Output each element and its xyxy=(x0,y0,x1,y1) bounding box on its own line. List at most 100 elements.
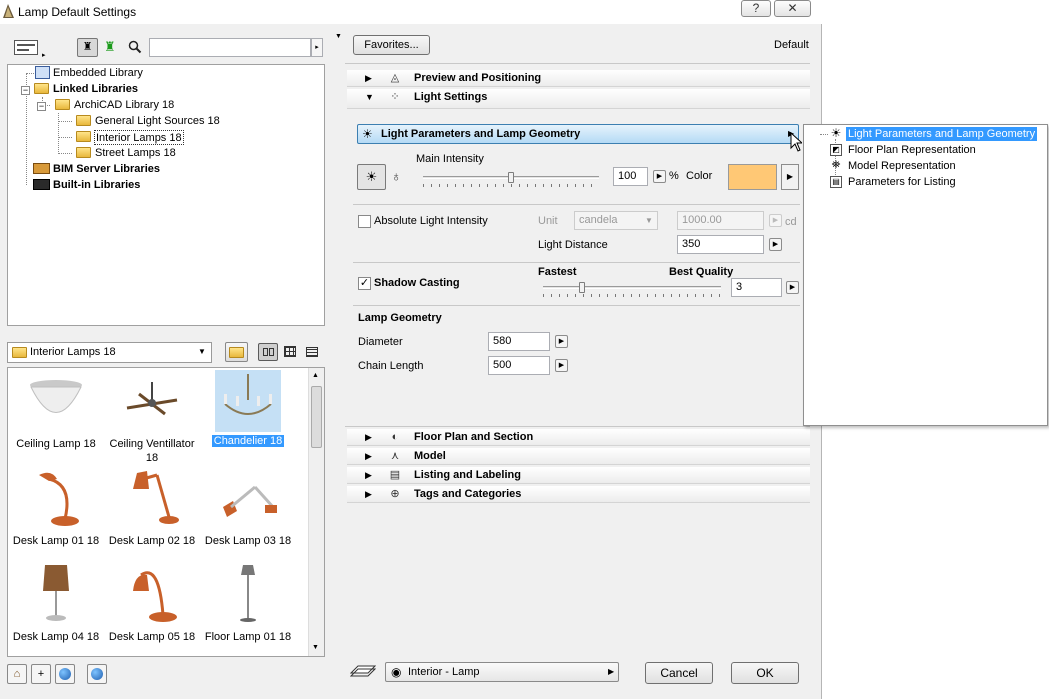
scrollbar-thumb[interactable] xyxy=(311,386,322,448)
section-listing-and-labeling[interactable]: ▶ ▤ Listing and Labeling xyxy=(347,467,810,484)
expand-triangle-icon[interactable]: ▶ xyxy=(365,432,372,443)
expand-triangle-icon[interactable]: ▶ xyxy=(365,470,372,481)
cancel-button[interactable]: Cancel xyxy=(645,662,713,684)
library-manager-icon[interactable]: ⌂ xyxy=(7,664,27,684)
title-bar: Lamp Default Settings ? ✕ xyxy=(0,0,822,24)
color-arrow-icon[interactable]: ▶ xyxy=(781,164,799,190)
bim-server-icon xyxy=(33,163,50,174)
view-mode-arrow-icon[interactable]: ▸ xyxy=(42,51,46,59)
section-floor-plan-and-section[interactable]: ▶ ◐ Floor Plan and Section xyxy=(347,429,810,446)
tree-item-archicad-library[interactable]: ArchiCAD Library 18 xyxy=(74,98,174,113)
help-button[interactable]: ? xyxy=(741,0,771,17)
section-tags-and-categories[interactable]: ▶ ⊕ Tags and Categories xyxy=(347,486,810,503)
scroll-down-icon[interactable]: ▼ xyxy=(312,644,319,651)
view-mode-icon[interactable] xyxy=(14,40,38,55)
folder-select[interactable]: Interior Lamps 18 ▼ xyxy=(7,342,212,363)
web-objects-icon[interactable] xyxy=(87,664,107,684)
collapse-toggle-icon[interactable]: − xyxy=(37,102,46,111)
shadow-casting-checkbox[interactable]: ✓ xyxy=(358,277,371,290)
desk-lamp-image xyxy=(133,471,179,524)
thumbnail-desk-lamp-01[interactable]: Desk Lamp 01 18 xyxy=(8,467,104,548)
page-select-dropdown[interactable]: ☀ Light Parameters and Lamp Geometry ▶ xyxy=(357,124,799,144)
diameter-field[interactable]: 580 xyxy=(488,332,550,351)
light-bulb-icon: ☀ xyxy=(830,126,842,140)
default-label: Default xyxy=(774,39,809,51)
tree-item-street-lamps[interactable]: Street Lamps 18 xyxy=(95,146,176,161)
light-bulb-icon: ☀ xyxy=(362,127,373,141)
panel-splitter-arrow[interactable]: ▼ xyxy=(335,33,342,40)
absolute-light-checkbox[interactable] xyxy=(358,215,371,228)
folder-icon xyxy=(34,83,49,94)
thumbnail-ceiling-ventillator[interactable]: Ceiling Ventillator 18 xyxy=(104,370,200,465)
menu-item-floor-plan-representation[interactable]: Floor Plan Representation xyxy=(846,143,978,157)
app-icon xyxy=(3,4,14,18)
section-label: Tags and Categories xyxy=(414,488,522,500)
thumbnail-ceiling-lamp[interactable]: Ceiling Lamp 18 xyxy=(8,370,104,451)
intensity-field[interactable]: 100 xyxy=(613,167,648,186)
large-icons-view-button[interactable] xyxy=(258,343,278,361)
desk-lamp-image xyxy=(133,571,177,622)
section-model[interactable]: ▶ ⋏ Model xyxy=(347,448,810,465)
tree-item-interior-lamps[interactable]: Interior Lamps 18 xyxy=(94,130,184,145)
shadow-quality-slider[interactable] xyxy=(543,286,721,289)
light-on-toggle-icon[interactable]: ☀ xyxy=(357,164,386,190)
search-input[interactable] xyxy=(149,38,311,57)
section-light-settings[interactable]: ▼ ⁘ Light Settings xyxy=(347,89,810,109)
folder-icon xyxy=(76,131,91,142)
add-object-icon[interactable]: + xyxy=(31,664,51,684)
thumbnail-desk-lamp-04[interactable]: Desk Lamp 04 18 xyxy=(8,563,104,644)
shadow-quality-slider-thumb[interactable] xyxy=(579,282,586,293)
close-button[interactable]: ✕ xyxy=(774,0,811,17)
tree-item-general-light-sources[interactable]: General Light Sources 18 xyxy=(95,114,220,129)
intensity-arrow-icon[interactable]: ▶ xyxy=(653,170,666,183)
thumbnail-chandelier[interactable]: Chandelier 18 xyxy=(200,370,296,448)
green-filter-icon[interactable]: ♜ xyxy=(104,39,116,55)
menu-item-parameters-for-listing[interactable]: Parameters for Listing xyxy=(846,175,958,189)
search-options-arrow[interactable]: ▸ xyxy=(311,38,323,57)
collapse-triangle-icon[interactable]: ▼ xyxy=(365,92,374,102)
light-distance-arrow-icon[interactable]: ▶ xyxy=(769,238,782,251)
list-view-button[interactable] xyxy=(303,343,321,361)
chain-length-arrow-icon[interactable]: ▶ xyxy=(555,359,568,372)
globe-icon[interactable] xyxy=(55,664,75,684)
chain-length-label: Chain Length xyxy=(358,360,424,372)
light-distance-label: Light Distance xyxy=(538,239,608,251)
thumbnail-desk-lamp-03[interactable]: Desk Lamp 03 18 xyxy=(200,467,296,548)
thumbnail-desk-lamp-05[interactable]: Desk Lamp 05 18 xyxy=(104,563,200,644)
expand-triangle-icon[interactable]: ▶ xyxy=(365,451,372,462)
tree-item-embedded-library[interactable]: Embedded Library xyxy=(53,66,143,81)
color-swatch[interactable] xyxy=(728,164,777,190)
light-distance-field[interactable]: 350 xyxy=(677,235,764,254)
thumbnail-label: Ceiling Lamp 18 xyxy=(16,438,96,450)
small-icons-view-button[interactable] xyxy=(281,343,299,361)
menu-item-model-representation[interactable]: Model Representation xyxy=(846,159,958,173)
diameter-arrow-icon[interactable]: ▶ xyxy=(555,335,568,348)
tree-item-linked-libraries[interactable]: Linked Libraries xyxy=(53,82,138,97)
layer-select[interactable]: ◉ Interior - Lamp ▶ xyxy=(385,662,619,682)
thumbnails-scrollbar[interactable]: ▲ ▼ xyxy=(308,368,324,656)
object-filter-icon[interactable]: ♜ xyxy=(77,38,98,57)
main-intensity-slider-thumb[interactable] xyxy=(508,172,514,183)
tags-icon: ⊕ xyxy=(390,488,400,500)
object-thumbnails-panel: Ceiling Lamp 18 Ceiling Ventillator 18 C… xyxy=(7,367,325,657)
ok-button[interactable]: OK xyxy=(731,662,799,684)
shadow-quality-arrow-icon[interactable]: ▶ xyxy=(786,281,799,294)
tree-item-bim-server-libraries[interactable]: BIM Server Libraries xyxy=(53,162,160,177)
page-select-value: Light Parameters and Lamp Geometry xyxy=(381,128,581,140)
expand-triangle-icon[interactable]: ▶ xyxy=(365,489,372,500)
scroll-up-icon[interactable]: ▲ xyxy=(312,372,319,379)
ceiling-lamp-image xyxy=(30,380,82,413)
shadow-quality-field[interactable]: 3 xyxy=(731,278,782,297)
favorites-button[interactable]: Favorites... xyxy=(353,35,430,55)
thumbnail-desk-lamp-02[interactable]: Desk Lamp 02 18 xyxy=(104,467,200,548)
collapse-toggle-icon[interactable]: − xyxy=(21,86,30,95)
menu-item-light-parameters[interactable]: Light Parameters and Lamp Geometry xyxy=(844,126,1039,142)
thumbnail-floor-lamp-01[interactable]: Floor Lamp 01 18 xyxy=(200,563,296,644)
chain-length-field[interactable]: 500 xyxy=(488,356,550,375)
tree-item-built-in-libraries[interactable]: Built-in Libraries xyxy=(53,178,140,193)
floor-lamp-image xyxy=(240,565,256,622)
section-preview-and-positioning[interactable]: ▶ ◬ Preview and Positioning xyxy=(347,70,810,87)
folder-up-button[interactable] xyxy=(225,342,248,362)
expand-triangle-icon[interactable]: ▶ xyxy=(365,73,372,84)
best-quality-label: Best Quality xyxy=(669,266,734,278)
